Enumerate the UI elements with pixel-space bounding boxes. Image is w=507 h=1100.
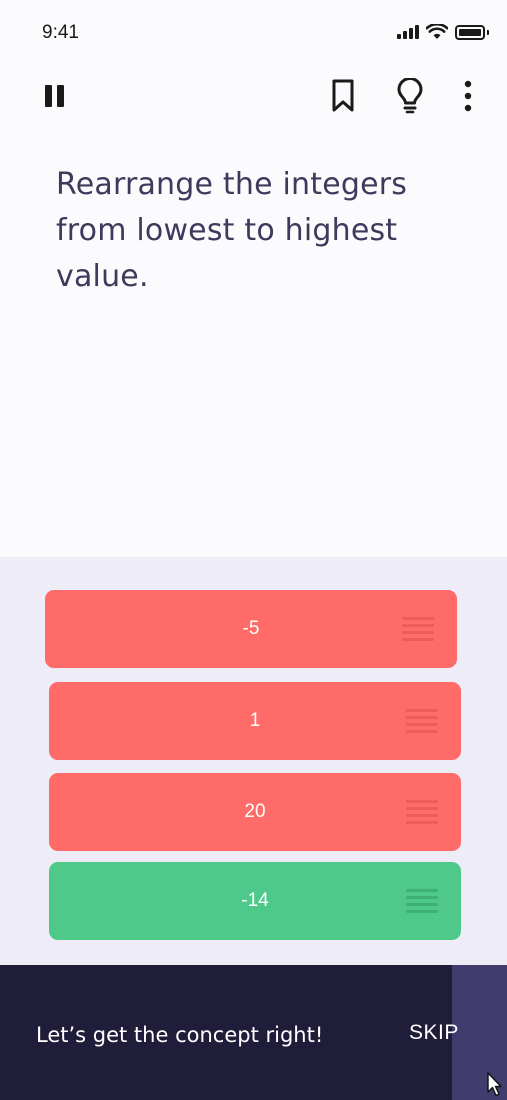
battery-icon — [455, 24, 485, 40]
bookmark-button[interactable] — [321, 70, 365, 122]
hint-button[interactable] — [388, 70, 432, 122]
feedback-bar: Let’s get the concept right! SKIP — [0, 965, 507, 1100]
toolbar — [0, 70, 507, 122]
answer-list: -5 1 20 -14 — [0, 557, 507, 967]
answer-value: -14 — [241, 890, 269, 911]
skip-button[interactable]: SKIP — [409, 1021, 459, 1045]
status-time: 9:41 — [42, 22, 79, 43]
more-options-button[interactable] — [446, 70, 490, 122]
pause-icon — [45, 85, 64, 107]
more-vertical-icon — [464, 80, 472, 112]
question-text: Rearrange the integers from lowest to hi… — [56, 167, 408, 294]
drag-handle-icon[interactable] — [406, 889, 438, 913]
lightbulb-icon — [397, 78, 423, 114]
status-icons — [397, 24, 489, 40]
status-bar: 9:41 — [0, 0, 507, 64]
drag-handle-icon[interactable] — [406, 709, 438, 733]
answer-value: 1 — [249, 710, 261, 731]
answer-card[interactable]: 20 — [49, 773, 461, 851]
answer-value: -5 — [242, 618, 260, 639]
quiz-screen: 9:41 Rearrange the integers from lowest … — [0, 0, 507, 1100]
wifi-icon — [426, 24, 448, 39]
pause-button[interactable] — [33, 70, 77, 122]
feedback-message: Let’s get the concept right! — [36, 1023, 324, 1047]
answer-value: 20 — [244, 801, 266, 822]
answer-card[interactable]: -5 — [45, 590, 457, 668]
drag-handle-icon[interactable] — [406, 800, 438, 824]
answer-card[interactable]: 1 — [49, 682, 461, 760]
bookmark-icon — [332, 79, 354, 112]
mouse-cursor-icon — [487, 1072, 502, 1097]
cellular-signal-icon — [397, 25, 419, 39]
answer-card[interactable]: -14 — [49, 862, 461, 940]
drag-handle-icon[interactable] — [402, 617, 434, 641]
